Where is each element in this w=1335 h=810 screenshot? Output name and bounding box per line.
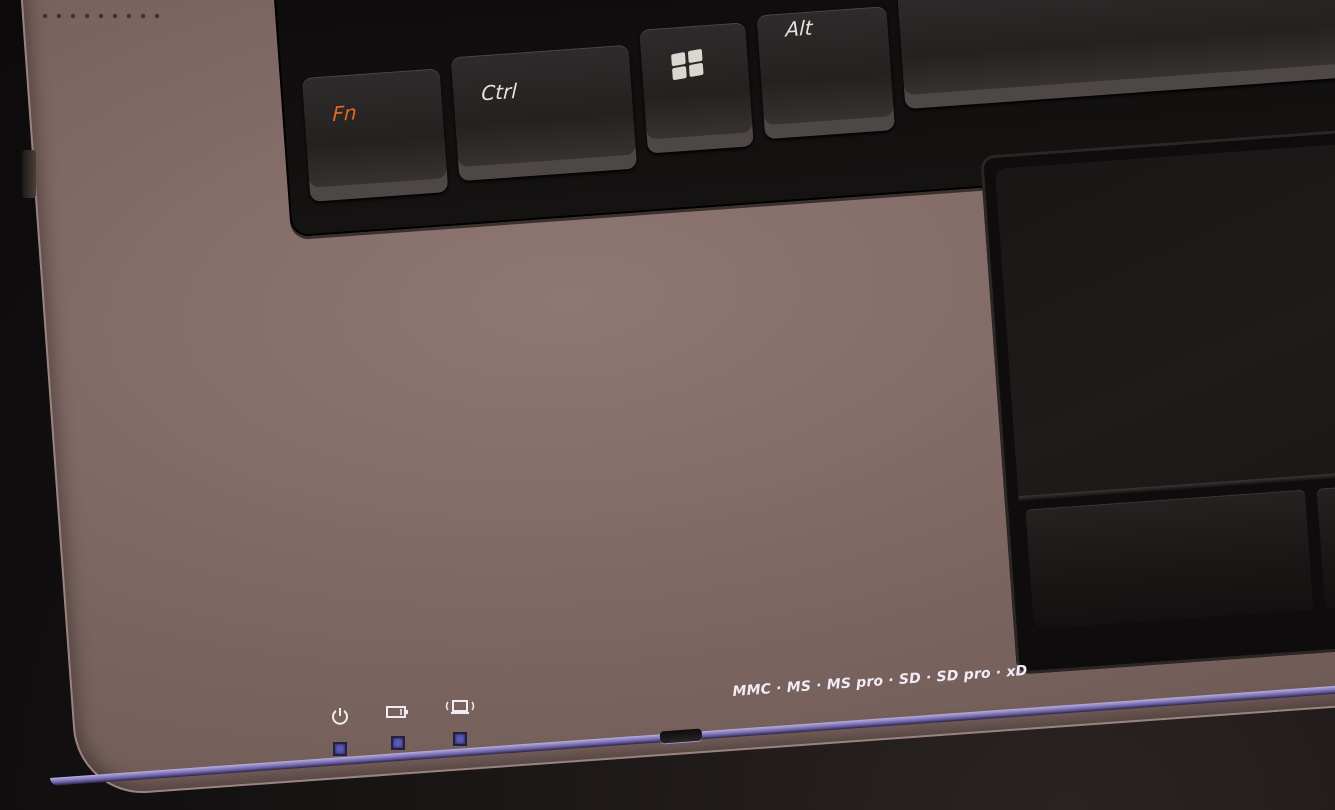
alt-key-label: Alt	[785, 15, 813, 42]
fn-key-label: Fn	[332, 100, 357, 127]
touchpad-area	[980, 125, 1335, 675]
space-key[interactable]	[897, 0, 1335, 110]
battery-led	[391, 736, 405, 750]
power-led	[333, 742, 347, 756]
touchpad-left-button[interactable]	[1025, 489, 1314, 630]
laptop-palmrest-photo: Fn Ctrl Alt MMC · MS · MS pro · SD · SD …	[0, 0, 1335, 810]
power-icon	[332, 708, 348, 725]
touchpad-right-button[interactable]	[1316, 480, 1335, 609]
side-latch	[22, 150, 36, 198]
wireless-led	[453, 732, 467, 746]
battery-indicator	[378, 702, 418, 750]
windows-key[interactable]	[639, 22, 754, 154]
battery-icon	[386, 706, 408, 718]
ctrl-key[interactable]: Ctrl	[450, 44, 638, 182]
touchpad[interactable]	[994, 139, 1335, 497]
alt-key[interactable]: Alt	[756, 6, 896, 140]
wireless-indicator	[440, 696, 480, 746]
ctrl-key-label: Ctrl	[480, 78, 518, 106]
fn-key[interactable]: Fn	[301, 68, 449, 202]
windows-logo-icon	[671, 48, 705, 81]
speaker-grille	[38, 12, 168, 20]
power-indicator	[320, 706, 360, 756]
wireless-icon	[445, 700, 475, 714]
